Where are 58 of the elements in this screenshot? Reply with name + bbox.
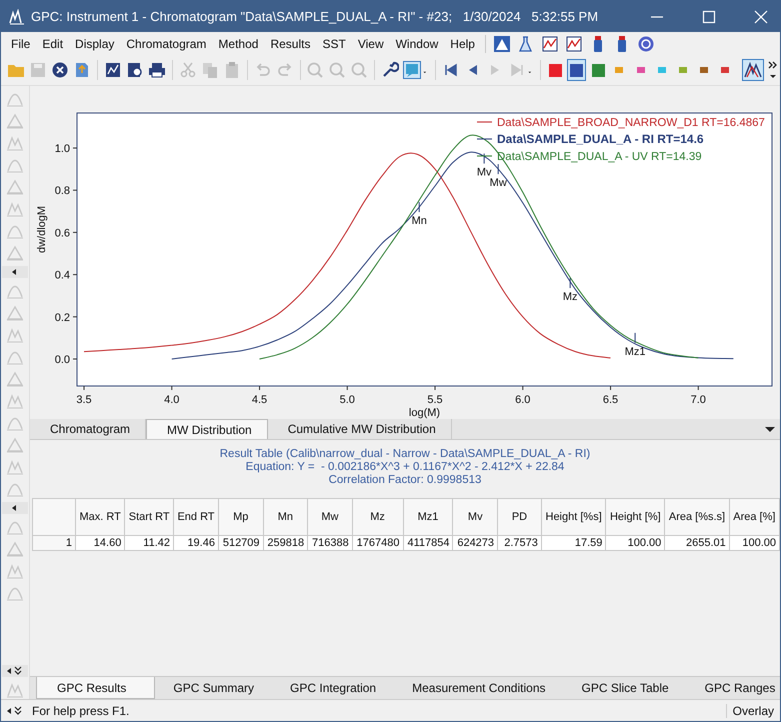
table-cell: 100.00 xyxy=(606,536,665,550)
x-axis-label: log(M) xyxy=(408,407,440,419)
axis-tick-label: 4.0 xyxy=(164,394,180,406)
status-text: For help press F1. xyxy=(32,704,130,718)
table-cell: 14.60 xyxy=(76,536,125,550)
table-cell: 1767480 xyxy=(352,536,403,550)
column-header: Mn xyxy=(263,498,308,536)
column-header: Mv xyxy=(452,498,498,536)
row-number: 1 xyxy=(32,536,76,550)
axis-tick-label: 0.0 xyxy=(54,354,70,366)
column-header: Area [%] xyxy=(729,498,780,536)
column-header: Max. RT xyxy=(76,498,125,536)
table-cell: 17.59 xyxy=(541,536,606,550)
table-cell: 11.42 xyxy=(124,536,174,550)
marker-label: Mn xyxy=(412,215,427,228)
axis-tick-label: 5.5 xyxy=(427,394,443,406)
equation-text: Equation: Y = - 0.002186*X^3 + 0.1167*X^2 - 2.412*X + 22.84 xyxy=(246,461,564,474)
window-title: GPC: Instrument 1 - Chromatogram "Data\SAMPLE_DUAL_A - RI" - #23; 1/30/2024 5:32:55 PM xyxy=(31,9,598,24)
status-mode: Overlay xyxy=(726,704,780,718)
table-cell: 19.46 xyxy=(174,536,218,550)
axis-tick-label: 0.6 xyxy=(54,227,70,240)
axis-tick-label: 0.4 xyxy=(54,270,70,282)
column-header: Mp xyxy=(218,498,264,536)
column-header: Height [%s] xyxy=(541,498,606,536)
column-header: Mz xyxy=(352,498,403,536)
column-header: Mz1 xyxy=(403,498,453,536)
table-cell: 512709 xyxy=(218,536,264,550)
column-header: Start RT xyxy=(124,498,174,536)
column-header: Area [%s.s] xyxy=(664,498,730,536)
column-header: PD xyxy=(498,498,542,536)
marker-label: Mz1 xyxy=(624,346,646,358)
axis-tick-label: 0.2 xyxy=(54,312,70,324)
axis-tick-label: 5.0 xyxy=(340,394,355,406)
legend-label: Data\SAMPLE_DUAL_A - RI RT=14.6 xyxy=(497,132,704,146)
table-cell: 2.7573 xyxy=(498,536,542,550)
axis-tick-label: 6.0 xyxy=(515,394,530,406)
table-cell: 624273 xyxy=(452,536,498,550)
axis-tick-label: 3.5 xyxy=(76,394,92,406)
axis-tick-label: 0.8 xyxy=(54,185,70,198)
column-header: Mw xyxy=(308,498,352,536)
correlation-text: Correlation Factor: 0.9998513 xyxy=(328,474,482,487)
marker-label: Mv xyxy=(476,166,492,179)
axis-tick-label: 7.0 xyxy=(690,394,706,406)
table-cell: 100.00 xyxy=(729,536,780,550)
column-header: End RT xyxy=(174,498,218,536)
marker-label: Mz xyxy=(562,291,578,304)
table-cell: 2655.01 xyxy=(664,536,730,550)
column-header: Height [%] xyxy=(606,498,665,536)
table-cell: 4117854 xyxy=(403,536,453,550)
axis-tick-label: 1.0 xyxy=(54,143,70,156)
result-table-title: Result Table (Calib\narrow_dual - Narrow - Data\SAMPLE_DUAL_A - RI) xyxy=(220,448,590,461)
legend-label: Data\SAMPLE_BROAD_NARROW_D1 RT=16.4867 xyxy=(497,117,765,129)
axis-tick-label: 6.5 xyxy=(602,394,618,406)
marker-label: Mw xyxy=(490,177,507,190)
axis-tick-label: 4.5 xyxy=(252,394,268,406)
y-axis-label: dw/dlogM xyxy=(36,206,48,254)
table-cell: 716388 xyxy=(308,536,352,550)
table-cell: 259818 xyxy=(263,536,308,550)
